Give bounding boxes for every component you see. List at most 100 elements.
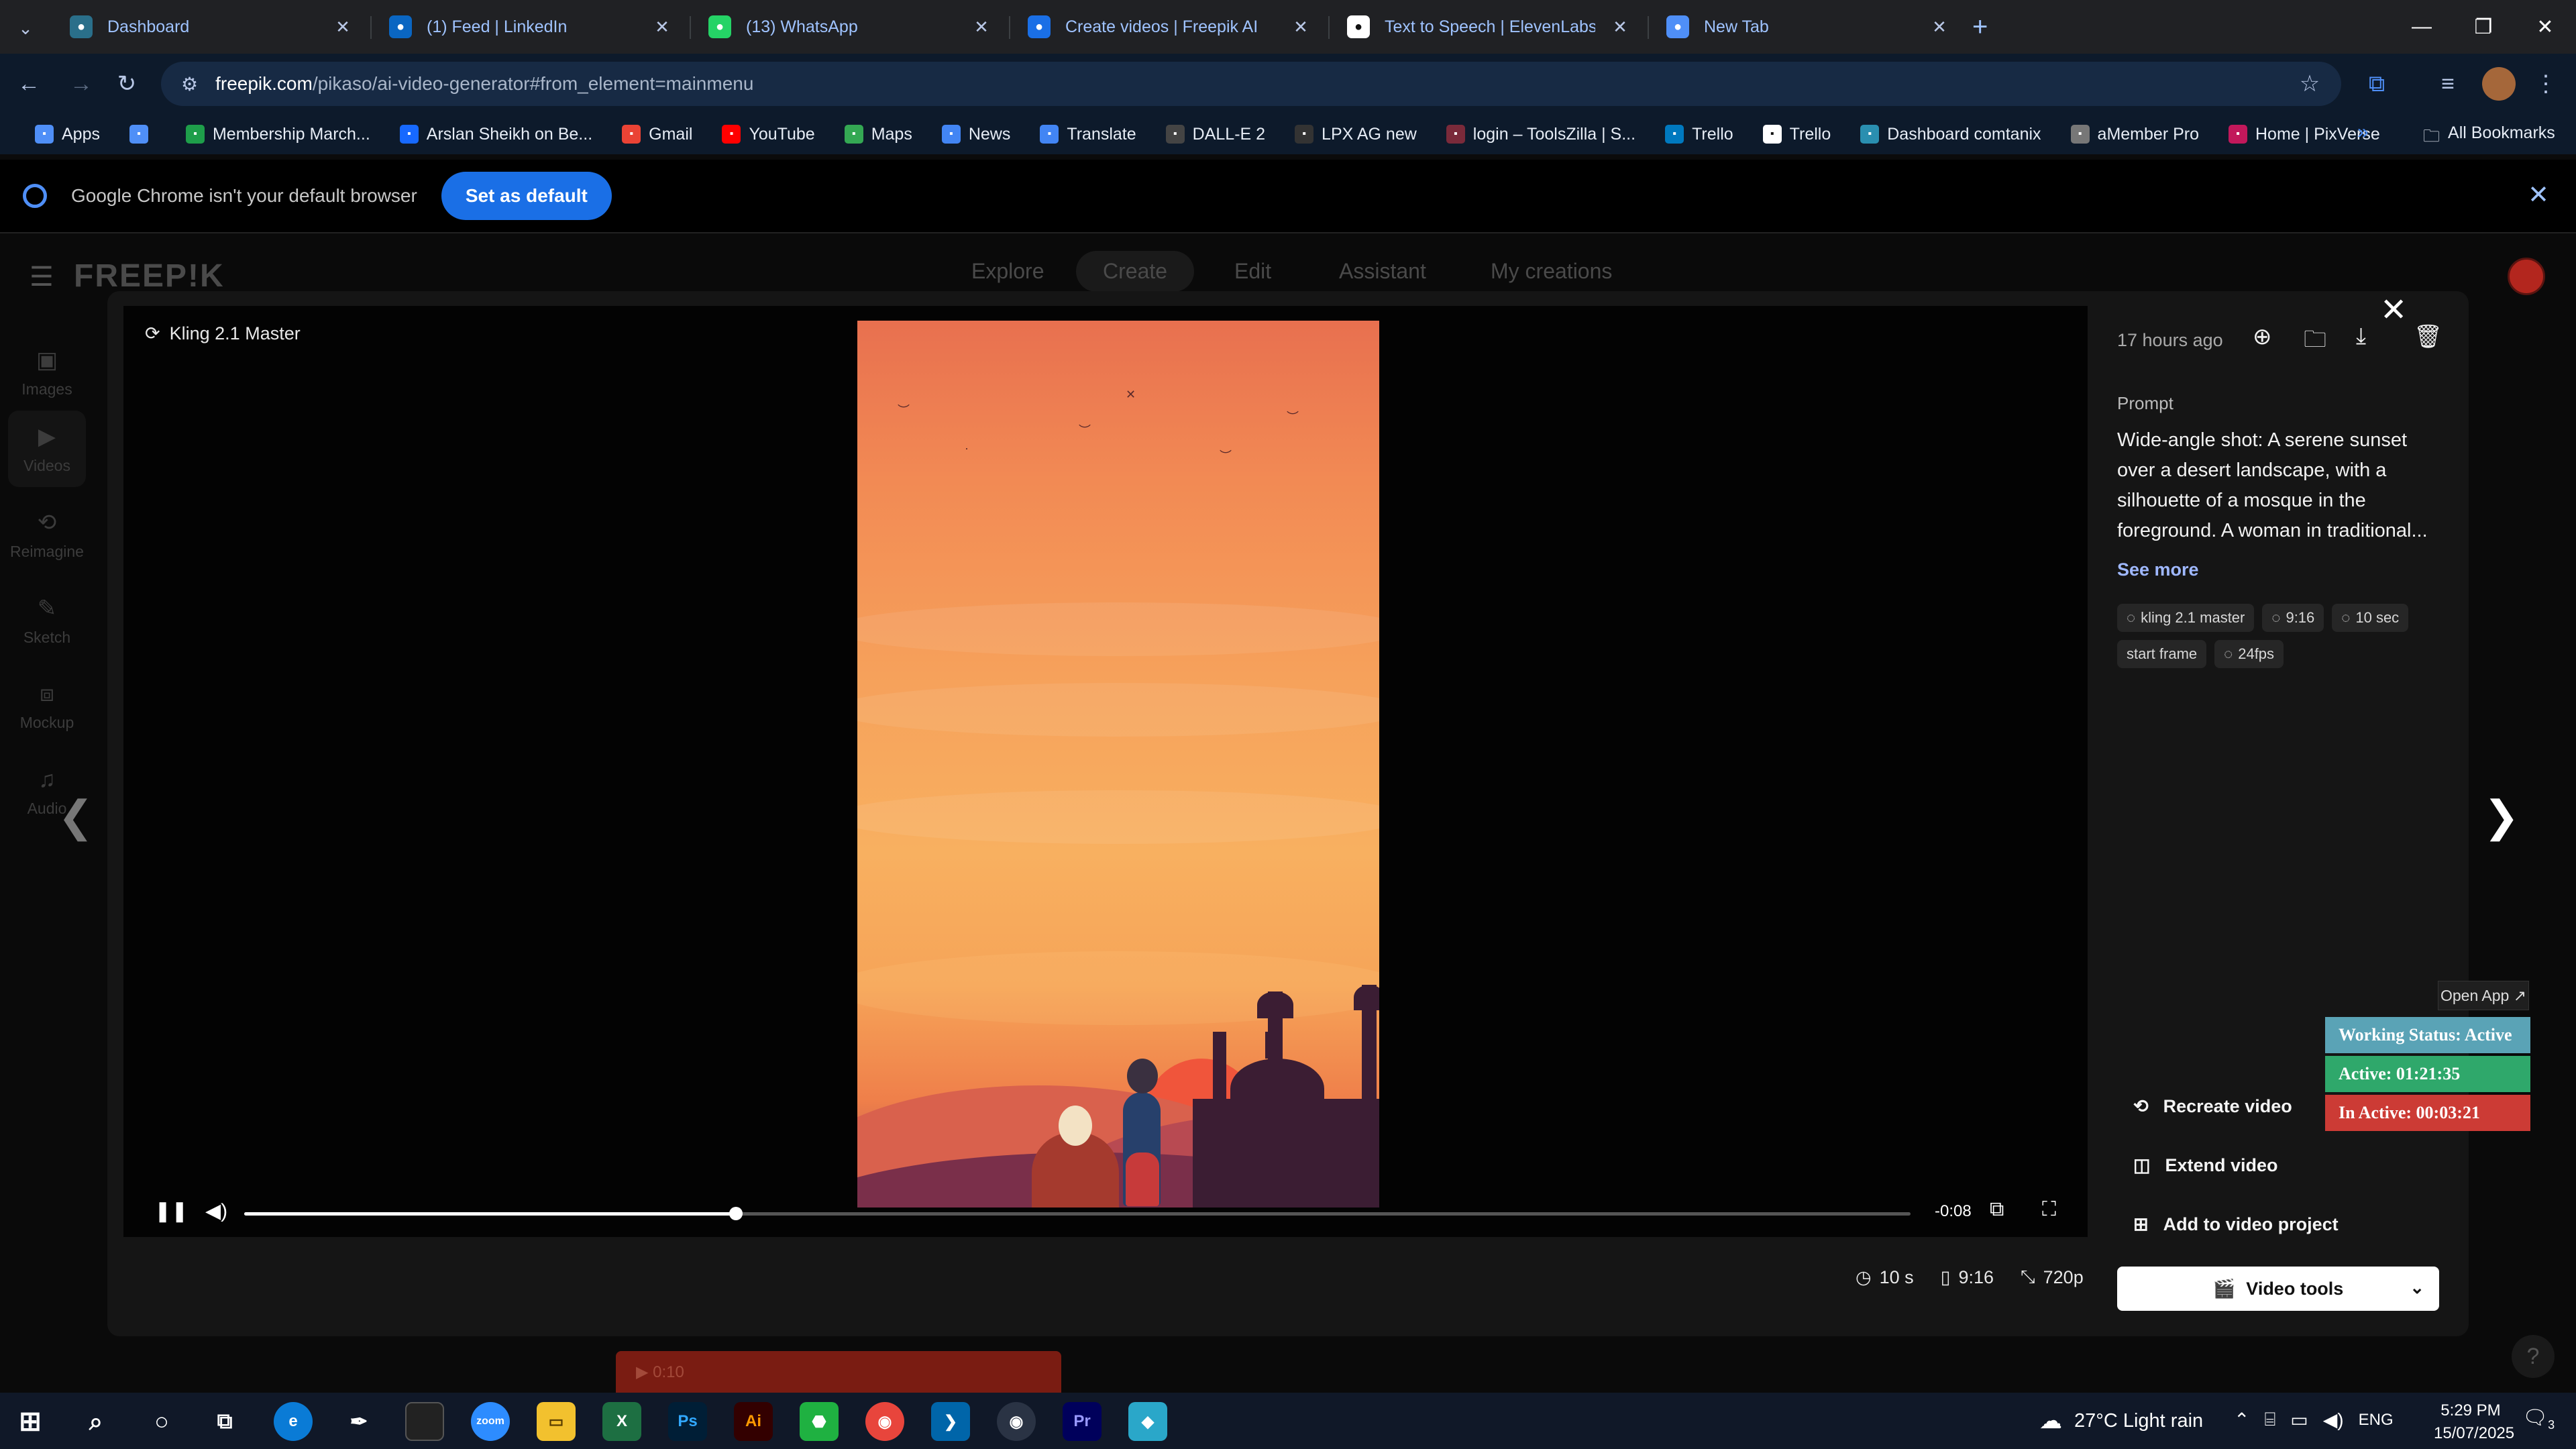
profile-avatar[interactable]	[2482, 67, 2516, 101]
photoshop-icon[interactable]: Ps	[668, 1402, 707, 1441]
clock[interactable]: 5:29 PM 15/07/2025	[2434, 1399, 2514, 1445]
extensions-icon[interactable]: ⧉	[2360, 67, 2394, 101]
nav-edit[interactable]: Edit	[1234, 259, 1271, 284]
bookmark-item[interactable]: ▪ Apps	[20, 125, 115, 144]
new-tab-button[interactable]: +	[1972, 12, 1988, 42]
tab-close-icon[interactable]: ✕	[971, 17, 991, 38]
tab-close-icon[interactable]: ✕	[1610, 17, 1630, 38]
file-explorer-icon[interactable]: ▭	[537, 1402, 576, 1441]
recreate-video-button[interactable]: ⟲ Recreate video	[2133, 1096, 2292, 1117]
delete-icon[interactable]: 🗑	[2414, 323, 2443, 350]
tab-1[interactable]: ● (1) Feed | LinkedIn ✕	[373, 5, 688, 48]
all-bookmarks-button[interactable]: 🗀 All Bookmarks	[2423, 123, 2555, 152]
bookmark-star-icon[interactable]: ☆	[2293, 67, 2326, 101]
progress-knob[interactable]	[729, 1207, 743, 1220]
address-bar[interactable]: ⚙ freepik.com/pikaso/ai-video-generator#…	[161, 62, 2341, 106]
nav-assistant[interactable]: Assistant	[1339, 259, 1426, 284]
tab-2[interactable]: ● (13) WhatsApp ✕	[692, 5, 1008, 48]
add-to-project-button[interactable]: ⊞ Add to video project	[2133, 1214, 2339, 1235]
bookmark-item[interactable]: ▪ login – ToolsZilla | S...	[1432, 125, 1650, 144]
speaker-icon[interactable]: ◀)	[2323, 1409, 2344, 1431]
open-app-button[interactable]: Open App ↗	[2438, 981, 2529, 1010]
set-default-button[interactable]: Set as default	[441, 172, 612, 220]
tab-search-button[interactable]: ⌄	[11, 13, 40, 43]
bookmark-item[interactable]: ▪ Membership March...	[171, 125, 385, 144]
illustrator-icon[interactable]: Ai	[734, 1402, 773, 1441]
tab-4[interactable]: ● Text to Speech | ElevenLabs ✕	[1331, 5, 1646, 48]
network-icon[interactable]: ⌸	[2264, 1409, 2275, 1431]
task-view-icon[interactable]: ⧉	[205, 1402, 244, 1441]
video-frame[interactable]: ︶ ✕ ︶ ︶ ︶ ·	[857, 321, 1379, 1208]
minimize-button[interactable]: —	[2391, 0, 2453, 54]
restore-button[interactable]: ❐	[2453, 0, 2514, 54]
bookmark-item[interactable]: ▪ DALL-E 2	[1151, 125, 1280, 144]
bookmark-item[interactable]: ▪ Trello	[1650, 125, 1748, 144]
add-folder-icon[interactable]: 🗀	[2304, 323, 2326, 362]
tab-close-icon[interactable]: ✕	[1291, 17, 1311, 38]
bookmark-item[interactable]: ▪	[115, 125, 171, 144]
vscode-icon[interactable]: ❯	[931, 1402, 970, 1441]
hamburger-menu-icon[interactable]: ☰	[30, 262, 54, 292]
chevron-right-icon[interactable]: ❯	[2483, 792, 2520, 842]
tab-close-icon[interactable]: ✕	[333, 17, 353, 38]
forward-button[interactable]: →	[64, 67, 98, 101]
user-avatar[interactable]	[2508, 258, 2545, 295]
rail-sketch[interactable]: ✎ Sketch	[8, 582, 86, 659]
progress-track[interactable]	[244, 1207, 1911, 1220]
zoom-icon[interactable]: zoom	[471, 1402, 510, 1441]
tab-3[interactable]: ● Create videos | Freepik AI ✕	[1012, 5, 1327, 48]
help-icon[interactable]: ?	[2512, 1335, 2555, 1378]
globe-icon[interactable]: ⊕	[2253, 323, 2272, 350]
bookmark-item[interactable]: ▪ News	[927, 125, 1026, 144]
modal-close-icon[interactable]: ✕	[2380, 291, 2407, 329]
search-icon[interactable]: ⌕	[76, 1402, 115, 1441]
video-player[interactable]: ⟳ Kling 2.1 Master ︶ ✕ ︶ ︶ ︶ · ❚❚ ◀) -0:…	[123, 306, 2088, 1237]
windows-start-icon[interactable]: ⊞	[11, 1402, 50, 1441]
tab-close-icon[interactable]: ✕	[1929, 17, 1949, 38]
bookmarks-overflow-icon[interactable]: »	[2357, 121, 2369, 144]
extend-video-button[interactable]: ◫ Extend video	[2133, 1155, 2278, 1176]
pen-icon[interactable]: ✒	[339, 1402, 378, 1441]
premiere-icon[interactable]: Pr	[1063, 1402, 1102, 1441]
app-diamond-icon[interactable]: ◆	[1128, 1402, 1167, 1441]
infobar-close-icon[interactable]: ✕	[2528, 180, 2549, 210]
chevron-up-icon[interactable]: ⌃	[2234, 1409, 2249, 1431]
tab-0[interactable]: ● Dashboard ✕	[54, 5, 369, 48]
bookmark-item[interactable]: ▪ Arslan Sheikh on Be...	[385, 125, 607, 144]
chevron-left-icon[interactable]: ❮	[58, 792, 94, 842]
window-close-button[interactable]: ✕	[2514, 0, 2576, 54]
notification-icon[interactable]: 🗨3	[2522, 1406, 2555, 1432]
tab-5[interactable]: ● New Tab ✕	[1650, 5, 1966, 48]
bookmark-item[interactable]: ▪ aMember Pro	[2056, 125, 2214, 144]
site-info-icon[interactable]: ⚙	[181, 73, 198, 95]
download-icon[interactable]: ⤓	[2356, 323, 2366, 350]
chrome-menu-icon[interactable]: ⋮	[2529, 67, 2563, 101]
bookmark-item[interactable]: ▪ YouTube	[707, 125, 829, 144]
nav-explore[interactable]: Explore	[971, 259, 1044, 284]
chrome-profile-taskbar-icon[interactable]: ◉	[997, 1402, 1036, 1441]
wifi-icon[interactable]: ▭	[2290, 1409, 2308, 1431]
cortana-icon[interactable]: ○	[142, 1402, 181, 1441]
weather-widget[interactable]: ☁ 27°C Light rain	[2039, 1407, 2203, 1434]
camtasia-icon[interactable]: ⬣	[800, 1402, 839, 1441]
terminal-icon[interactable]	[405, 1402, 444, 1441]
volume-icon[interactable]: ◀)	[205, 1199, 227, 1223]
see-more-link[interactable]: See more	[2117, 559, 2199, 580]
bookmark-item[interactable]: ▪ Trello	[1748, 125, 1846, 144]
language-indicator[interactable]: ENG	[2359, 1411, 2394, 1430]
rail-reimagine[interactable]: ⟲ Reimagine	[8, 496, 86, 573]
bookmark-item[interactable]: ▪ Maps	[830, 125, 927, 144]
fullscreen-icon[interactable]: ⛶	[2042, 1198, 2056, 1221]
reload-button[interactable]: ↻	[110, 67, 144, 101]
bookmark-item[interactable]: ▪ Gmail	[607, 125, 707, 144]
bookmark-item[interactable]: ▪ LPX AG new	[1280, 125, 1432, 144]
video-tools-button[interactable]: 🎬 Video tools ⌄	[2117, 1267, 2439, 1311]
nav-my-creations[interactable]: My creations	[1491, 259, 1612, 284]
freepik-logo[interactable]: FREEP!K	[74, 258, 225, 294]
tab-close-icon[interactable]: ✕	[652, 17, 672, 38]
excel-icon[interactable]: X	[602, 1402, 641, 1441]
rail-mockup[interactable]: ⧈ Mockup	[8, 668, 86, 745]
rail-images[interactable]: ▣ Images	[8, 334, 86, 411]
bookmark-item[interactable]: ▪ Dashboard comtanix	[1845, 125, 2055, 144]
bookmark-item[interactable]: ▪ Translate	[1025, 125, 1150, 144]
